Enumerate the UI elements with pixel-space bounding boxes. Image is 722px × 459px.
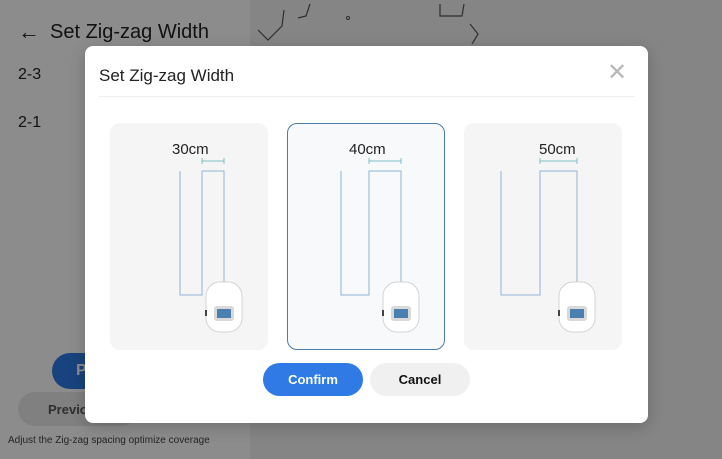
- dialog-title: Set Zig-zag Width: [99, 66, 235, 85]
- width-option-30cm[interactable]: 30cm: [110, 123, 268, 350]
- close-icon[interactable]: ✕: [606, 61, 628, 85]
- robot-mower-icon: [205, 281, 243, 333]
- robot-mower-icon: [382, 281, 420, 333]
- width-option-40cm[interactable]: 40cm: [287, 123, 445, 350]
- cancel-button[interactable]: Cancel: [370, 363, 470, 396]
- dialog-divider: [99, 96, 634, 97]
- robot-mower-icon: [558, 281, 596, 333]
- width-options: 30cm 40cm 50cm: [110, 123, 622, 350]
- zigzag-width-dialog: Set Zig-zag Width ✕ 30cm 40cm 50cm Confi…: [85, 46, 648, 423]
- width-option-50cm[interactable]: 50cm: [464, 123, 622, 350]
- zigzag-path-illustration: [500, 158, 596, 333]
- confirm-button[interactable]: Confirm: [263, 363, 363, 396]
- zigzag-path-illustration: [340, 158, 420, 333]
- zigzag-path-illustration: [179, 158, 243, 333]
